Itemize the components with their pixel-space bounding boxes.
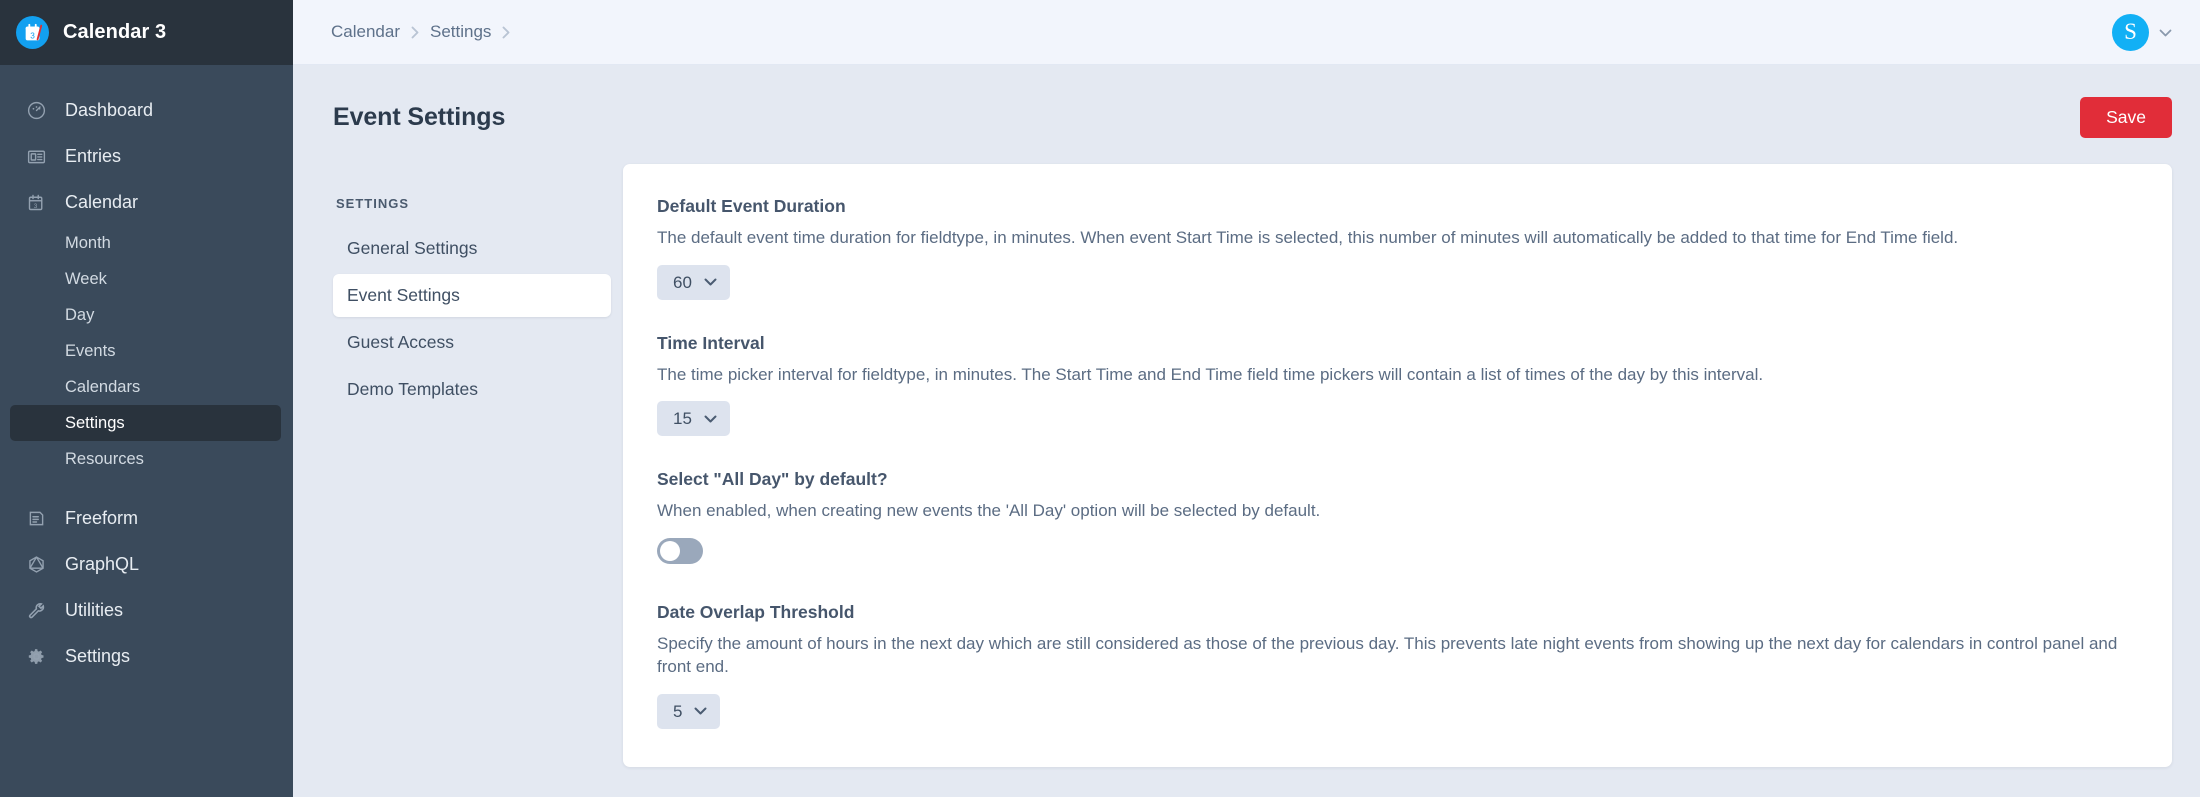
topbar: Calendar Settings S bbox=[293, 0, 2200, 65]
sidebar-item-graphql[interactable]: GraphQL bbox=[0, 541, 293, 587]
field-description: Specify the amount of hours in the next … bbox=[657, 633, 2118, 677]
field-label: Date Overlap Threshold bbox=[657, 601, 855, 622]
sidebar-item-label: Calendar bbox=[65, 191, 139, 212]
freeform-icon bbox=[24, 506, 48, 530]
sidebar-subitem-month[interactable]: Month bbox=[0, 225, 281, 261]
settings-subnav-item-event-settings[interactable]: Event Settings bbox=[333, 274, 611, 318]
sidebar-subitem-resources[interactable]: Resources bbox=[0, 441, 281, 477]
calendar-3-logo-icon: 3 bbox=[16, 16, 49, 49]
field-select-all-day-by-default: Select "All Day" by default? When enable… bbox=[657, 469, 2132, 568]
all-day-toggle[interactable] bbox=[657, 537, 703, 564]
sidebar-item-label: Freeform bbox=[65, 507, 139, 528]
svg-text:3: 3 bbox=[30, 31, 35, 40]
breadcrumb-item-settings[interactable]: Settings bbox=[430, 22, 491, 42]
sidebar-subitem-label: Settings bbox=[65, 413, 125, 432]
settings-subnav-item-demo-templates[interactable]: Demo Templates bbox=[333, 368, 611, 411]
sidebar-brand[interactable]: 3 Calendar 3 bbox=[0, 0, 293, 65]
settings-subnav-item-guest-access[interactable]: Guest Access bbox=[333, 321, 611, 364]
sidebar-item-label: Entries bbox=[65, 145, 122, 166]
field-date-overlap-threshold: Date Overlap Threshold Specify the amoun… bbox=[657, 602, 2132, 729]
sidebar-item-label: GraphQL bbox=[65, 553, 140, 574]
breadcrumb-item-calendar[interactable]: Calendar bbox=[331, 22, 400, 42]
page-header: Event Settings Save bbox=[293, 65, 2200, 164]
wrench-icon bbox=[24, 598, 48, 622]
settings-subnav-item-general-settings[interactable]: General Settings bbox=[333, 227, 611, 270]
svg-text:3: 3 bbox=[33, 202, 37, 209]
chevron-down-icon bbox=[694, 707, 707, 715]
sidebar-item-label: Utilities bbox=[65, 599, 124, 620]
sidebar-item-settings[interactable]: Settings bbox=[0, 633, 293, 679]
sidebar-subitem-week[interactable]: Week bbox=[0, 261, 281, 297]
sidebar-subitem-calendars[interactable]: Calendars bbox=[0, 369, 281, 405]
brand-title: Calendar 3 bbox=[63, 21, 167, 43]
entries-icon bbox=[24, 144, 48, 168]
field-default-event-duration: Default Event Duration The default event… bbox=[657, 196, 2132, 300]
default-event-duration-select[interactable]: 60 bbox=[657, 264, 730, 300]
chevron-down-icon bbox=[2159, 25, 2172, 40]
sidebar-divider-gap bbox=[0, 477, 293, 495]
main-area: Calendar Settings S Event Settings Save … bbox=[293, 0, 2200, 797]
graphql-icon bbox=[24, 552, 48, 576]
save-button[interactable]: Save bbox=[2080, 97, 2172, 139]
sidebar-subitem-label: Calendars bbox=[65, 377, 141, 396]
sidebar-subitem-label: Events bbox=[65, 341, 116, 360]
field-description: The time picker interval for fieldtype, … bbox=[657, 364, 1764, 384]
time-interval-select[interactable]: 15 bbox=[657, 401, 730, 437]
select-value: 15 bbox=[673, 409, 692, 429]
field-description: The default event time duration for fiel… bbox=[657, 228, 1959, 248]
sidebar-subitem-label: Day bbox=[65, 305, 95, 324]
select-value: 5 bbox=[673, 701, 683, 721]
sidebar-item-dashboard[interactable]: Dashboard bbox=[0, 87, 293, 133]
chevron-down-icon bbox=[704, 415, 717, 423]
sidebar-subitem-events[interactable]: Events bbox=[0, 333, 281, 369]
account-menu[interactable]: S bbox=[2112, 13, 2172, 51]
settings-subnav-heading: SETTINGS bbox=[336, 196, 410, 212]
calendar-icon: 3 bbox=[24, 190, 48, 214]
chevron-right-icon bbox=[502, 26, 510, 39]
date-overlap-threshold-select[interactable]: 5 bbox=[657, 693, 721, 729]
gauge-icon bbox=[24, 98, 48, 122]
chevron-down-icon bbox=[704, 278, 717, 286]
sidebar-item-calendar[interactable]: 3 Calendar bbox=[0, 179, 293, 225]
sidebar-item-entries[interactable]: Entries bbox=[0, 133, 293, 179]
gear-icon bbox=[24, 644, 48, 668]
field-label: Default Event Duration bbox=[657, 196, 846, 217]
app-root: 3 Calendar 3 Dashboard Entries 3 Calenda… bbox=[0, 0, 2200, 797]
field-description: When enabled, when creating new events t… bbox=[657, 501, 1321, 521]
breadcrumb: Calendar Settings bbox=[331, 22, 510, 42]
sidebar-item-freeform[interactable]: Freeform bbox=[0, 495, 293, 541]
sidebar-subitem-label: Month bbox=[65, 233, 111, 252]
avatar: S bbox=[2112, 13, 2149, 51]
toggle-knob bbox=[660, 540, 680, 561]
page-body: SETTINGS General Settings Event Settings… bbox=[293, 164, 2200, 797]
field-label: Select "All Day" by default? bbox=[657, 469, 888, 490]
sidebar-subitem-settings[interactable]: Settings bbox=[10, 405, 281, 441]
sidebar: 3 Calendar 3 Dashboard Entries 3 Calenda… bbox=[0, 0, 293, 797]
select-value: 60 bbox=[673, 272, 692, 292]
field-label: Time Interval bbox=[657, 332, 765, 353]
chevron-right-icon bbox=[411, 26, 419, 39]
settings-subnav: SETTINGS General Settings Event Settings… bbox=[333, 164, 611, 415]
page-title: Event Settings bbox=[333, 103, 506, 132]
sidebar-subitem-day[interactable]: Day bbox=[0, 297, 281, 333]
field-time-interval: Time Interval The time picker interval f… bbox=[657, 332, 2132, 437]
sidebar-item-label: Settings bbox=[65, 645, 131, 666]
sidebar-subitem-label: Resources bbox=[65, 449, 144, 468]
sidebar-subitem-label: Week bbox=[65, 269, 107, 288]
sidebar-item-label: Dashboard bbox=[65, 99, 154, 120]
sidebar-nav: Dashboard Entries 3 Calendar Month Week … bbox=[0, 65, 293, 797]
settings-card: Default Event Duration The default event… bbox=[623, 164, 2172, 767]
sidebar-item-utilities[interactable]: Utilities bbox=[0, 587, 293, 633]
